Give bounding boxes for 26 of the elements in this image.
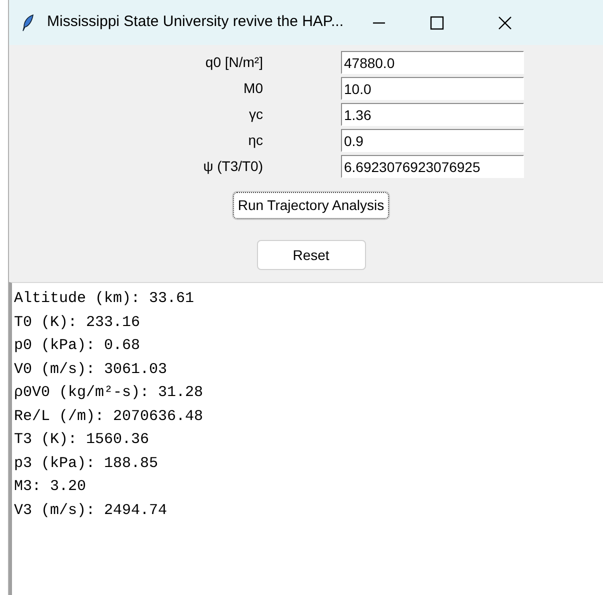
field-label: ψ (T3/T0) [202, 157, 263, 176]
output-line: V0 (m/s): 3061.03 [14, 360, 168, 380]
output-line: p0 (kPa): 0.68 [14, 336, 142, 356]
maximize-icon[interactable] [430, 16, 444, 30]
close-icon[interactable] [498, 16, 512, 30]
output-line: T3 (K): 1560.36 [14, 430, 150, 450]
run-button[interactable]: Run Trajectory Analysis [232, 192, 390, 219]
field-label: q0 [N/m²] [204, 53, 263, 72]
window-title: Mississippi State University revive the HAP... [47, 12, 344, 32]
feather-icon [21, 14, 35, 32]
output-line: Altitude (km): 33.61 [14, 289, 196, 309]
field-label: γc [248, 105, 263, 124]
input-field[interactable]: 0.9 [341, 129, 524, 152]
reset-button[interactable]: Reset [256, 240, 366, 270]
input-field[interactable]: 6.6923076923076925 [341, 155, 524, 178]
output-line: ρ0V0 (kg/m²-s): 31.28 [14, 383, 204, 403]
output-line: Re/L (/m): 2070636.48 [14, 406, 204, 426]
input-field[interactable]: 1.36 [341, 103, 524, 126]
output-line: p3 (kPa): 188.85 [14, 454, 160, 474]
output-line: V3 (m/s): 2494.74 [14, 500, 168, 520]
input-field[interactable]: 10.0 [341, 77, 524, 100]
output-line: M3: 3.20 [14, 477, 88, 497]
field-label: ηc [247, 131, 263, 150]
output-line: T0 (K): 233.16 [14, 312, 142, 332]
field-label: M0 [242, 79, 263, 98]
input-field[interactable]: 47880.0 [341, 51, 524, 74]
